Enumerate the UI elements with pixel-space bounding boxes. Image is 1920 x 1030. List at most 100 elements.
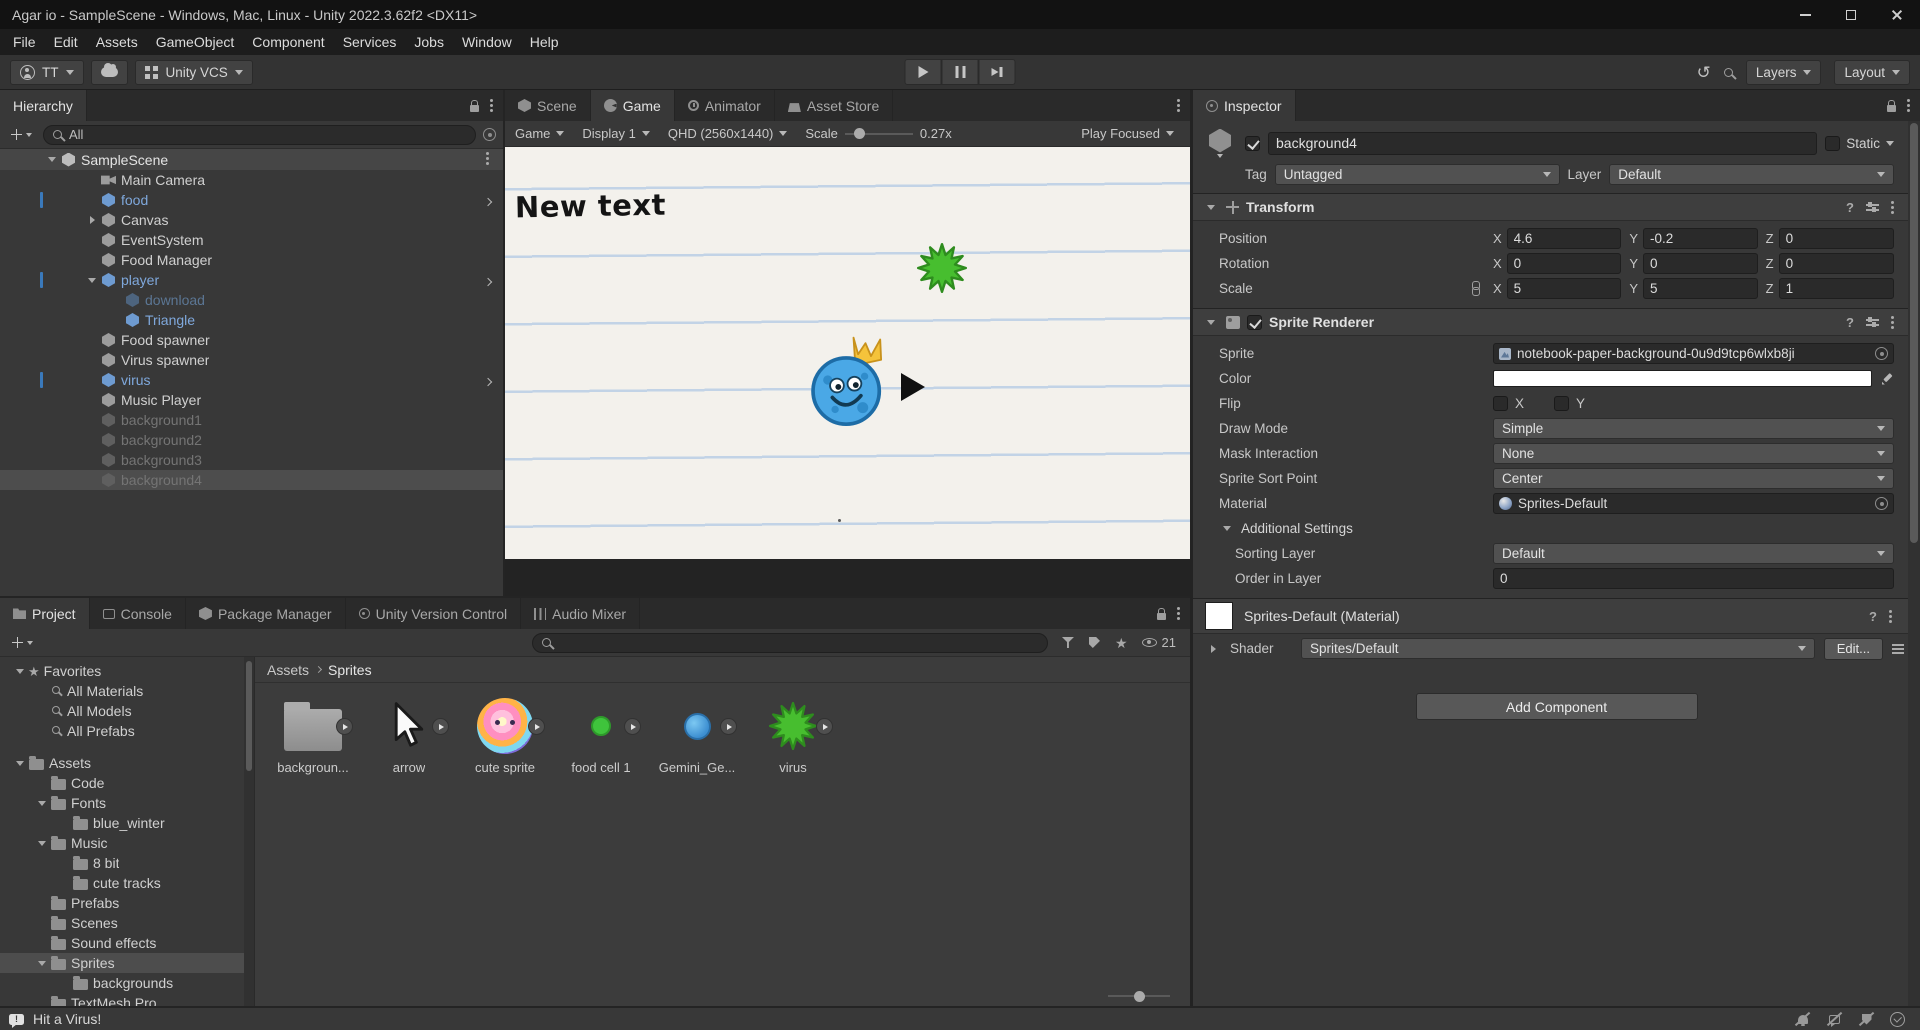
- tab-console[interactable]: Console: [90, 598, 186, 629]
- slider-thumb[interactable]: [1134, 990, 1145, 1002]
- project-tree-item-backgrounds[interactable]: backgrounds: [0, 973, 254, 993]
- material-object-field[interactable]: Sprites-Default: [1493, 493, 1894, 514]
- flip-y-checkbox[interactable]: [1554, 396, 1570, 411]
- menu-services[interactable]: Services: [334, 31, 406, 53]
- save-search-icon[interactable]: [1115, 635, 1128, 651]
- project-tree-item-sound-effects[interactable]: Sound effects: [0, 933, 254, 953]
- hierarchy-item-download[interactable]: download: [0, 290, 503, 310]
- notifications-muted-icon[interactable]: [1794, 1011, 1811, 1027]
- component-menu-icon[interactable]: [1889, 614, 1892, 618]
- panel-menu-icon[interactable]: [1177, 104, 1180, 107]
- project-tree-item-all-prefabs[interactable]: All Prefabs: [0, 721, 254, 741]
- create-object-button[interactable]: [7, 127, 36, 142]
- static-control[interactable]: Static: [1825, 135, 1894, 151]
- hierarchy-item-main-camera[interactable]: Main Camera: [0, 170, 503, 190]
- active-checkbox[interactable]: [1245, 135, 1260, 151]
- foldout-expanded-icon[interactable]: [34, 800, 50, 806]
- foldout-expanded-icon[interactable]: [34, 960, 50, 966]
- lock-icon[interactable]: [1887, 99, 1896, 112]
- display-dropdown[interactable]: Display 1: [582, 126, 650, 141]
- asset-cute-sprite[interactable]: cute sprite: [461, 695, 549, 775]
- game-view[interactable]: New text: [505, 147, 1190, 596]
- gameobject-name-input[interactable]: [1268, 131, 1818, 155]
- scale-slider-thumb[interactable]: [853, 128, 865, 139]
- minimize-button[interactable]: [1782, 0, 1828, 29]
- hidden-items-toggle[interactable]: 21: [1141, 635, 1182, 650]
- foldout-expanded-icon[interactable]: [12, 668, 28, 674]
- background-tasks-icon[interactable]: [1890, 1011, 1905, 1027]
- foldout-expanded-icon[interactable]: [1203, 204, 1219, 210]
- open-prefab-chevron[interactable]: [483, 372, 493, 388]
- tab-hierarchy[interactable]: Hierarchy: [0, 90, 87, 121]
- expand-subasset-button[interactable]: [433, 719, 448, 734]
- breadcrumb-sprites[interactable]: Sprites: [328, 662, 372, 678]
- gameobject-icon-dropdown[interactable]: [1203, 128, 1237, 158]
- tab-scene[interactable]: Scene: [505, 90, 591, 121]
- mask-interaction-dropdown[interactable]: None: [1493, 443, 1894, 464]
- search-picker-icon[interactable]: [483, 128, 496, 141]
- static-checkbox[interactable]: [1825, 135, 1841, 151]
- scene-header-row[interactable]: SampleScene: [0, 149, 503, 170]
- project-tree-item-music[interactable]: Music: [0, 833, 254, 853]
- foldout-expanded-icon[interactable]: [84, 277, 100, 283]
- foldout-collapsed-icon[interactable]: [1205, 644, 1221, 653]
- project-tree-item-assets[interactable]: Assets: [0, 753, 254, 773]
- search-icon[interactable]: [1723, 67, 1733, 77]
- project-tree-item-sprites[interactable]: Sprites: [0, 953, 254, 973]
- hierarchy-item-music-player[interactable]: Music Player: [0, 390, 503, 410]
- hierarchy-search-field[interactable]: [43, 124, 476, 145]
- foldout-expanded-icon[interactable]: [12, 760, 28, 766]
- tab-inspector[interactable]: Inspector: [1193, 90, 1296, 121]
- play-focused-dropdown[interactable]: Play Focused: [1081, 126, 1174, 141]
- help-icon[interactable]: [1846, 199, 1854, 215]
- menu-component[interactable]: Component: [243, 31, 333, 53]
- presets-icon[interactable]: [1866, 202, 1879, 212]
- open-prefab-chevron[interactable]: [483, 192, 493, 208]
- project-tree-scrollbar[interactable]: [244, 657, 254, 1006]
- foldout-expanded-icon[interactable]: [1203, 319, 1219, 325]
- hierarchy-item-background4[interactable]: background4: [0, 470, 503, 490]
- expand-subasset-button[interactable]: [721, 719, 736, 734]
- close-button[interactable]: [1874, 0, 1920, 29]
- tag-dropdown[interactable]: Untagged: [1274, 163, 1560, 185]
- material-header[interactable]: Sprites-Default (Material): [1193, 598, 1920, 634]
- services-muted-icon[interactable]: [1858, 1011, 1875, 1027]
- object-picker-icon[interactable]: [1875, 497, 1888, 510]
- resolution-dropdown[interactable]: QHD (2560x1440): [668, 126, 788, 141]
- layer-dropdown[interactable]: Default: [1609, 163, 1894, 185]
- project-search-input[interactable]: [558, 635, 1038, 650]
- panel-menu-icon[interactable]: [1177, 612, 1180, 615]
- transform-position-y-input[interactable]: [1643, 228, 1758, 249]
- hierarchy-item-virus[interactable]: virus: [0, 370, 503, 390]
- project-tree-item-cute-tracks[interactable]: cute tracks: [0, 873, 254, 893]
- component-menu-icon[interactable]: [1891, 205, 1894, 209]
- panel-menu-icon[interactable]: [490, 104, 493, 107]
- sprite-object-field[interactable]: notebook-paper-background-0u9d9tcp6wlxb8…: [1493, 343, 1894, 364]
- foldout-expanded-icon[interactable]: [34, 840, 50, 846]
- thumbnail-size-slider[interactable]: [1108, 990, 1170, 1002]
- hierarchy-item-triangle[interactable]: Triangle: [0, 310, 503, 330]
- expand-subasset-button[interactable]: [817, 719, 832, 734]
- console-message-icon[interactable]: [9, 1013, 24, 1028]
- project-search-field[interactable]: [532, 632, 1048, 653]
- create-asset-button[interactable]: [8, 635, 37, 650]
- menu-assets[interactable]: Assets: [87, 31, 147, 53]
- menu-edit[interactable]: Edit: [45, 31, 87, 53]
- maximize-button[interactable]: [1828, 0, 1874, 29]
- sorting-layer-dropdown[interactable]: Default: [1493, 543, 1894, 564]
- additional-settings-foldout[interactable]: Additional Settings: [1193, 516, 1920, 541]
- lock-icon[interactable]: [470, 99, 479, 112]
- draw-mode-dropdown[interactable]: Simple: [1493, 418, 1894, 439]
- project-tree-item-all-models[interactable]: All Models: [0, 701, 254, 721]
- project-tree-item-textmesh-pro[interactable]: TextMesh Pro: [0, 993, 254, 1006]
- add-component-button[interactable]: Add Component: [1415, 693, 1698, 720]
- lock-icon[interactable]: [1157, 607, 1166, 620]
- step-button[interactable]: [978, 59, 1016, 85]
- component-enabled-checkbox[interactable]: [1247, 314, 1262, 330]
- search-by-type-icon[interactable]: [1061, 637, 1074, 648]
- help-icon[interactable]: [1846, 314, 1854, 330]
- hierarchy-item-food-manager[interactable]: Food Manager: [0, 250, 503, 270]
- project-tree-item-fonts[interactable]: Fonts: [0, 793, 254, 813]
- transform-rotation-x-input[interactable]: [1506, 253, 1622, 274]
- flip-x-checkbox[interactable]: [1493, 396, 1508, 411]
